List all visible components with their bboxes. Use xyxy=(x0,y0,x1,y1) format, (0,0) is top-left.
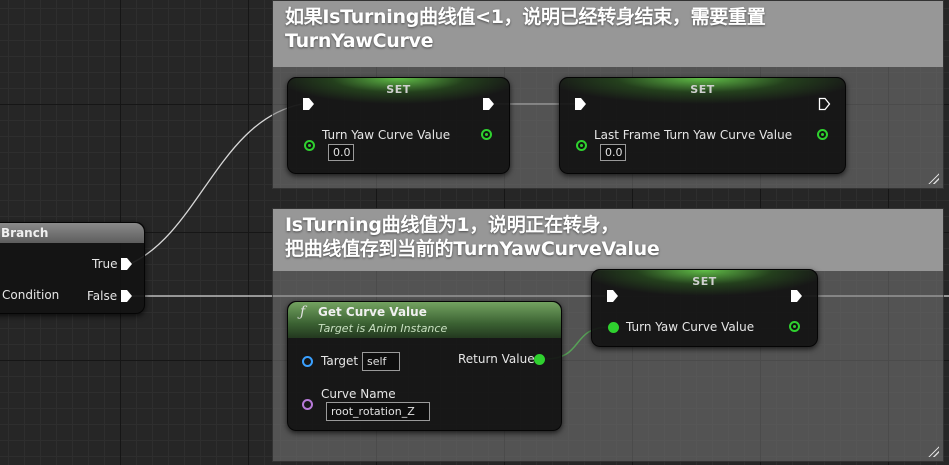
set-node-title: SET xyxy=(592,270,817,296)
return-value-label: Return Value xyxy=(458,352,535,366)
set-node-turn-yaw-curve-value-store[interactable]: SET Turn Yaw Curve Value xyxy=(591,269,818,347)
branch-false-exec-pin[interactable] xyxy=(120,289,133,303)
float-input-pin[interactable] xyxy=(576,140,587,151)
exec-in-pin[interactable] xyxy=(302,97,315,111)
comment-resize-grip[interactable] xyxy=(927,445,939,457)
target-label: Target xyxy=(321,354,359,368)
float-output-pin[interactable] xyxy=(481,129,492,140)
branch-node-header: Branch xyxy=(0,223,144,243)
comment-resize-grip[interactable] xyxy=(927,172,939,184)
set-node-last-frame-turn-yaw-curve-value[interactable]: SET Last Frame Turn Yaw Curve Value 0.0 xyxy=(559,77,846,174)
comment-text-line2: 把曲线值存到当前的TurnYawCurveValue xyxy=(285,238,660,260)
exec-out-pin[interactable] xyxy=(790,289,803,303)
curve-name-pin[interactable] xyxy=(302,399,313,410)
float-value-input[interactable]: 0.0 xyxy=(600,144,626,161)
variable-label: Last Frame Turn Yaw Curve Value xyxy=(594,128,793,142)
function-node-header: ƒ Get Curve Value Target is Anim Instanc… xyxy=(288,302,561,338)
comment-text-line2: TurnYawCurve xyxy=(285,30,434,52)
float-output-pin[interactable] xyxy=(817,129,828,140)
set-node-turn-yaw-curve-value[interactable]: SET Turn Yaw Curve Value 0.0 xyxy=(287,77,510,174)
comment-text-line1: 如果IsTurning曲线值<1，说明已经转身结束，需要重置 xyxy=(285,6,766,28)
float-output-pin[interactable] xyxy=(789,321,800,332)
variable-label: Turn Yaw Curve Value xyxy=(322,128,451,142)
branch-true-exec-pin[interactable] xyxy=(120,257,133,271)
function-icon: ƒ xyxy=(300,304,306,320)
branch-node-title: Branch xyxy=(1,226,49,240)
float-input-pin[interactable] xyxy=(304,140,315,151)
branch-node[interactable]: Branch True Condition False xyxy=(0,222,145,314)
get-curve-value-node[interactable]: ƒ Get Curve Value Target is Anim Instanc… xyxy=(287,301,562,431)
branch-false-label: False xyxy=(87,289,118,303)
exec-in-pin[interactable] xyxy=(574,97,587,111)
target-value-box[interactable]: self xyxy=(362,352,400,371)
branch-true-label: True xyxy=(92,257,118,271)
set-node-title: SET xyxy=(288,78,509,104)
float-input-pin[interactable] xyxy=(608,322,619,333)
exec-out-pin[interactable] xyxy=(818,97,831,111)
target-object-pin[interactable] xyxy=(302,356,313,367)
variable-label: Turn Yaw Curve Value xyxy=(626,320,755,334)
return-value-pin[interactable] xyxy=(534,354,545,365)
branch-condition-label: Condition xyxy=(2,288,60,302)
function-title: Get Curve Value xyxy=(318,305,427,319)
curve-name-input[interactable]: root_rotation_Z xyxy=(326,402,430,421)
exec-in-pin[interactable] xyxy=(606,289,619,303)
curve-name-label: Curve Name xyxy=(321,387,396,401)
comment-text-line1: IsTurning曲线值为1，说明正在转身， xyxy=(285,214,619,236)
float-value-input[interactable]: 0.0 xyxy=(328,144,354,161)
function-subtitle: Target is Anim Instance xyxy=(318,322,448,335)
comment-header-reset[interactable]: 如果IsTurning曲线值<1，说明已经转身结束，需要重置 TurnYawCu… xyxy=(273,1,943,67)
set-node-title: SET xyxy=(560,78,845,104)
exec-out-pin[interactable] xyxy=(482,97,495,111)
comment-header-store[interactable]: IsTurning曲线值为1，说明正在转身， 把曲线值存到当前的TurnYawC… xyxy=(273,209,943,271)
